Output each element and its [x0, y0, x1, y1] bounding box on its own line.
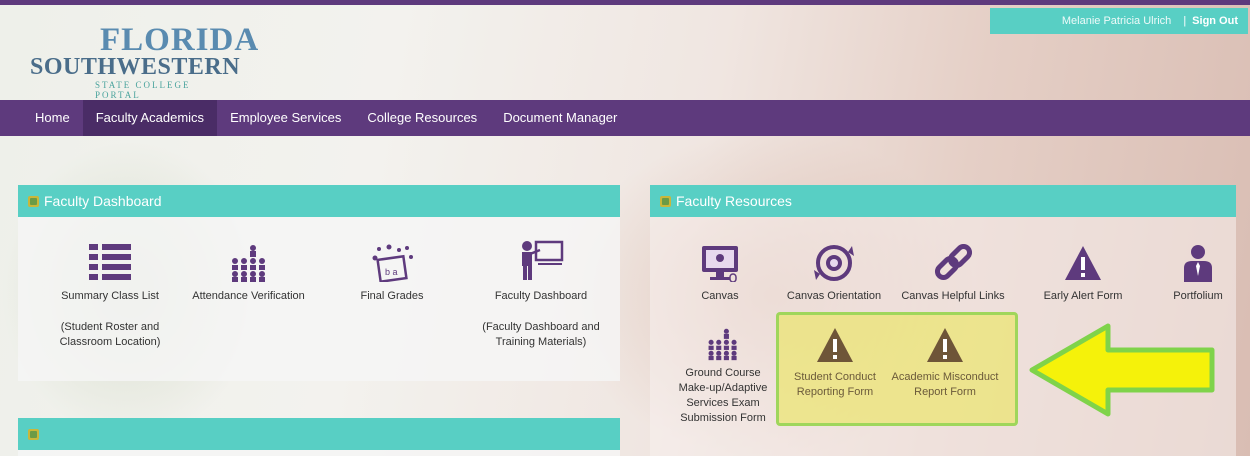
tile-label: Portfolium [1173, 290, 1223, 302]
tile-label: Canvas [701, 290, 739, 302]
tile-canvas[interactable]: Canvas [675, 244, 765, 302]
faculty-resources-header: Faculty Resources [650, 185, 1236, 217]
tile-label: Ground Course Make-up/Adaptive Services … [678, 367, 768, 424]
panel-header-icon [28, 428, 39, 440]
logo-line-2: SOUTHWESTERN [30, 54, 241, 80]
tile-label: Final Grades [360, 290, 424, 302]
nav-college-resources[interactable]: College Resources [354, 100, 490, 136]
audience-icon [231, 245, 265, 282]
orientation-icon [814, 245, 854, 281]
tile-student-conduct-reporting-form[interactable]: Student Conduct Reporting Form [782, 326, 888, 400]
list-icon [89, 244, 131, 280]
top-border [0, 0, 1250, 5]
monitor-icon [702, 246, 738, 282]
tile-label: Faculty Dashboard [494, 290, 588, 302]
svg-text:b a: b a [385, 267, 398, 277]
tile-label: Student Conduct Reporting Form [794, 371, 876, 398]
main-nav: Home Faculty Academics Employee Services… [0, 100, 1250, 136]
callout-arrow [1029, 323, 1215, 417]
logo-line-3: STATE COLLEGE PORTAL [95, 80, 191, 100]
faculty-resources-title: Faculty Resources [676, 193, 792, 209]
college-logo[interactable]: FLORIDA SOUTHWESTERN STATE COLLEGE PORTA… [30, 22, 258, 100]
tile-label: Early Alert Form [1043, 290, 1123, 302]
user-bar-separator: | [1183, 15, 1187, 27]
sign-out-link[interactable]: Sign Out [1192, 15, 1238, 27]
tile-early-alert-form[interactable]: Early Alert Form [1028, 244, 1138, 302]
faculty-dashboard-header: Faculty Dashboard [18, 185, 620, 217]
nav-home[interactable]: Home [22, 100, 83, 136]
tile-summary-class-list[interactable]: Summary Class List (Student Roster and C… [40, 244, 180, 350]
tile-canvas-helpful-links[interactable]: Canvas Helpful Links [893, 244, 1013, 302]
teacher-icon [522, 240, 564, 280]
panel-header-icon [660, 195, 671, 207]
tile-label: Attendance Verification [192, 290, 305, 302]
tile-sublabel: (Faculty Dashboard and Training Material… [482, 321, 600, 348]
secondary-panel-header [18, 418, 620, 450]
user-bar: Melanie Patricia Ulrich | Sign Out [990, 8, 1248, 34]
panel-header-icon [28, 195, 39, 207]
tile-attendance-verification[interactable]: Attendance Verification [176, 244, 321, 302]
link-icon [934, 244, 973, 281]
tile-label: Canvas Orientation [786, 290, 882, 302]
person-icon [1184, 245, 1212, 282]
user-name: Melanie Patricia Ulrich [1061, 15, 1172, 27]
nav-faculty-academics[interactable]: Faculty Academics [82, 100, 218, 136]
faculty-dashboard-title: Faculty Dashboard [44, 193, 162, 209]
audience-icon [708, 328, 737, 361]
tile-label: Canvas Helpful Links [901, 290, 1005, 302]
tile-ground-course-makeup[interactable]: Ground Course Make-up/Adaptive Services … [670, 326, 776, 426]
tile-sublabel: (Student Roster and Classroom Location) [59, 321, 161, 348]
warning-icon [817, 328, 853, 362]
secondary-panel [18, 418, 620, 456]
tile-label: Academic Misconduct Report Form [891, 371, 999, 398]
tile-portfolium[interactable]: Portfolium [1158, 244, 1238, 302]
tile-canvas-orientation[interactable]: Canvas Orientation [776, 244, 892, 302]
grades-icon: b a [372, 244, 413, 282]
tile-academic-misconduct-report-form[interactable]: Academic Misconduct Report Form [890, 326, 1000, 400]
tile-final-grades[interactable]: b a Final Grades [332, 244, 452, 302]
tile-label: Summary Class List [61, 290, 159, 302]
nav-document-manager[interactable]: Document Manager [490, 100, 630, 136]
warning-icon [927, 328, 963, 362]
warning-icon [1065, 246, 1101, 280]
nav-employee-services[interactable]: Employee Services [217, 100, 354, 136]
tile-faculty-dashboard[interactable]: Faculty Dashboard (Faculty Dashboard and… [466, 240, 616, 350]
